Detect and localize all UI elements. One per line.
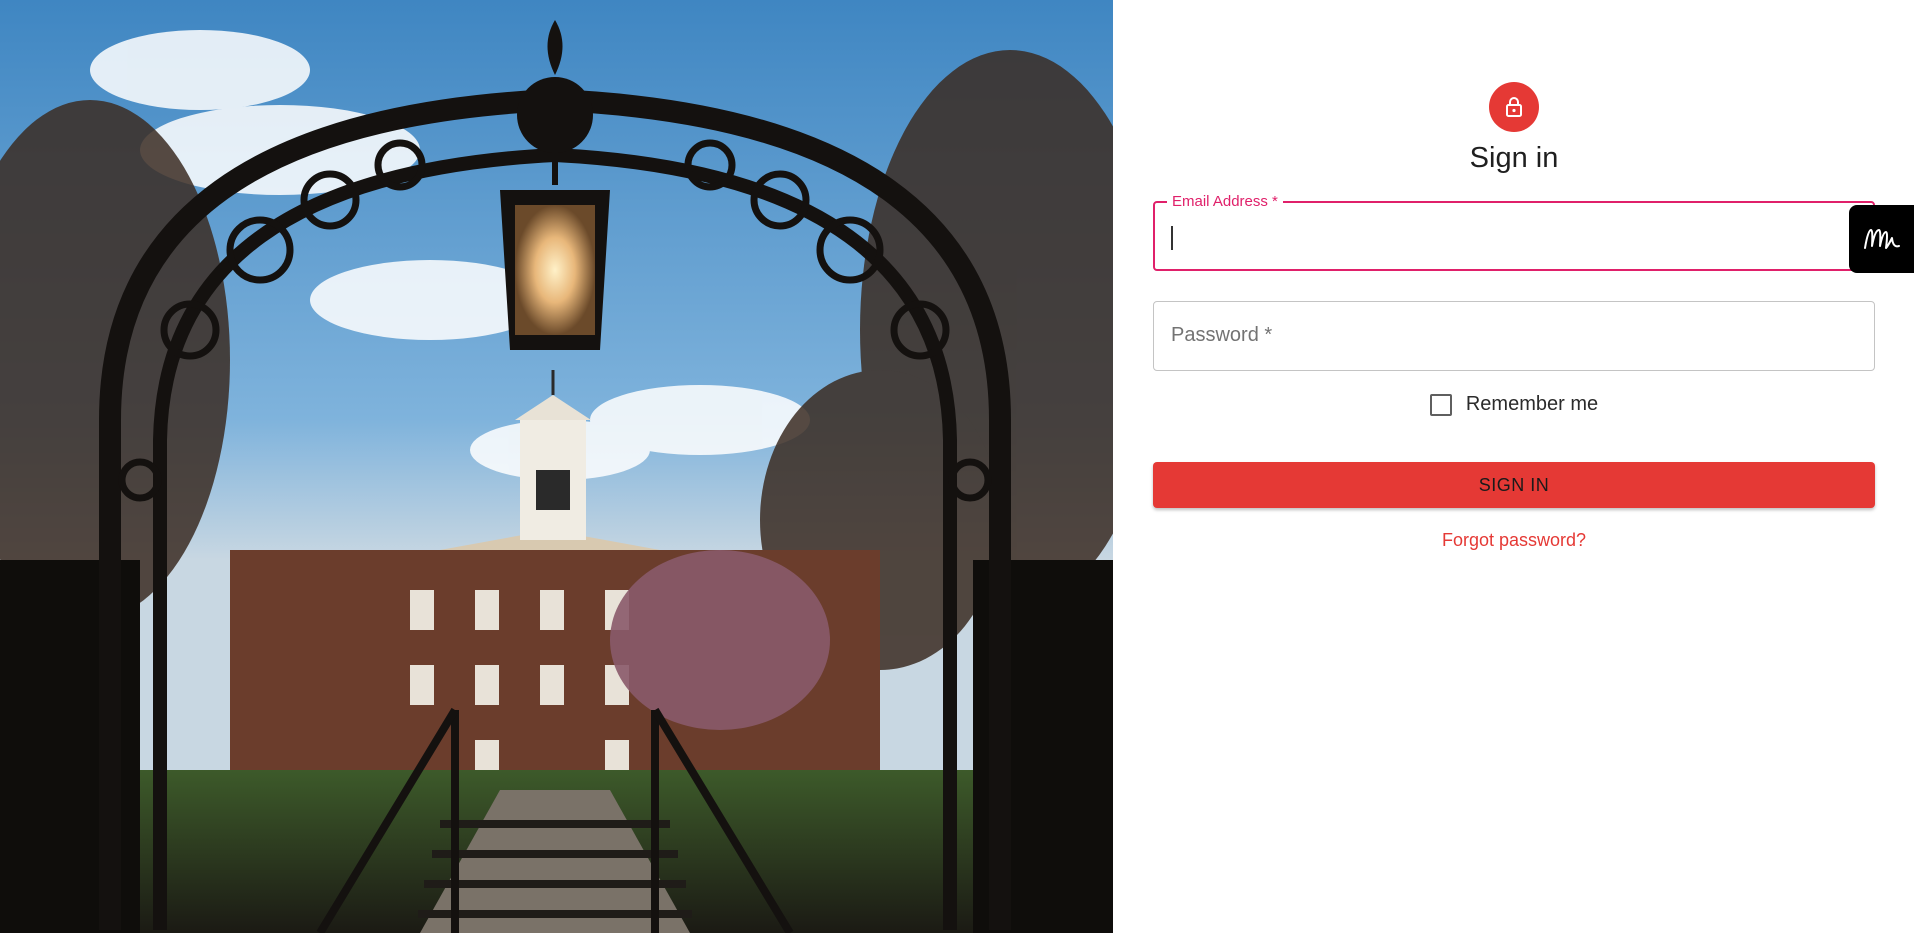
signature-icon	[1863, 229, 1900, 249]
page-title: Sign in	[1469, 142, 1559, 174]
forgot-password-link[interactable]: Forgot password?	[1153, 530, 1875, 551]
email-field[interactable]: Email Address *	[1153, 193, 1875, 271]
signin-panel: Sign in Email Address * Password * Remem…	[1113, 0, 1914, 933]
hero-image	[0, 0, 1113, 933]
password-input[interactable]	[1154, 302, 1874, 370]
signin-button[interactable]: SIGN IN	[1153, 462, 1875, 508]
lock-avatar	[1489, 82, 1539, 132]
login-page: Sign in Email Address * Password * Remem…	[0, 0, 1914, 933]
lock-icon	[1506, 97, 1522, 117]
floating-widget-button[interactable]	[1849, 205, 1914, 273]
signin-form: Sign in Email Address * Password * Remem…	[1153, 82, 1875, 551]
remember-me-checkbox[interactable]	[1429, 393, 1452, 416]
remember-me-label[interactable]: Remember me	[1466, 393, 1598, 416]
password-field[interactable]: Password *	[1153, 301, 1875, 371]
remember-me-row[interactable]: Remember me	[1153, 393, 1875, 416]
email-input[interactable]	[1155, 203, 1873, 269]
campus-gate-illustration	[0, 0, 1113, 933]
